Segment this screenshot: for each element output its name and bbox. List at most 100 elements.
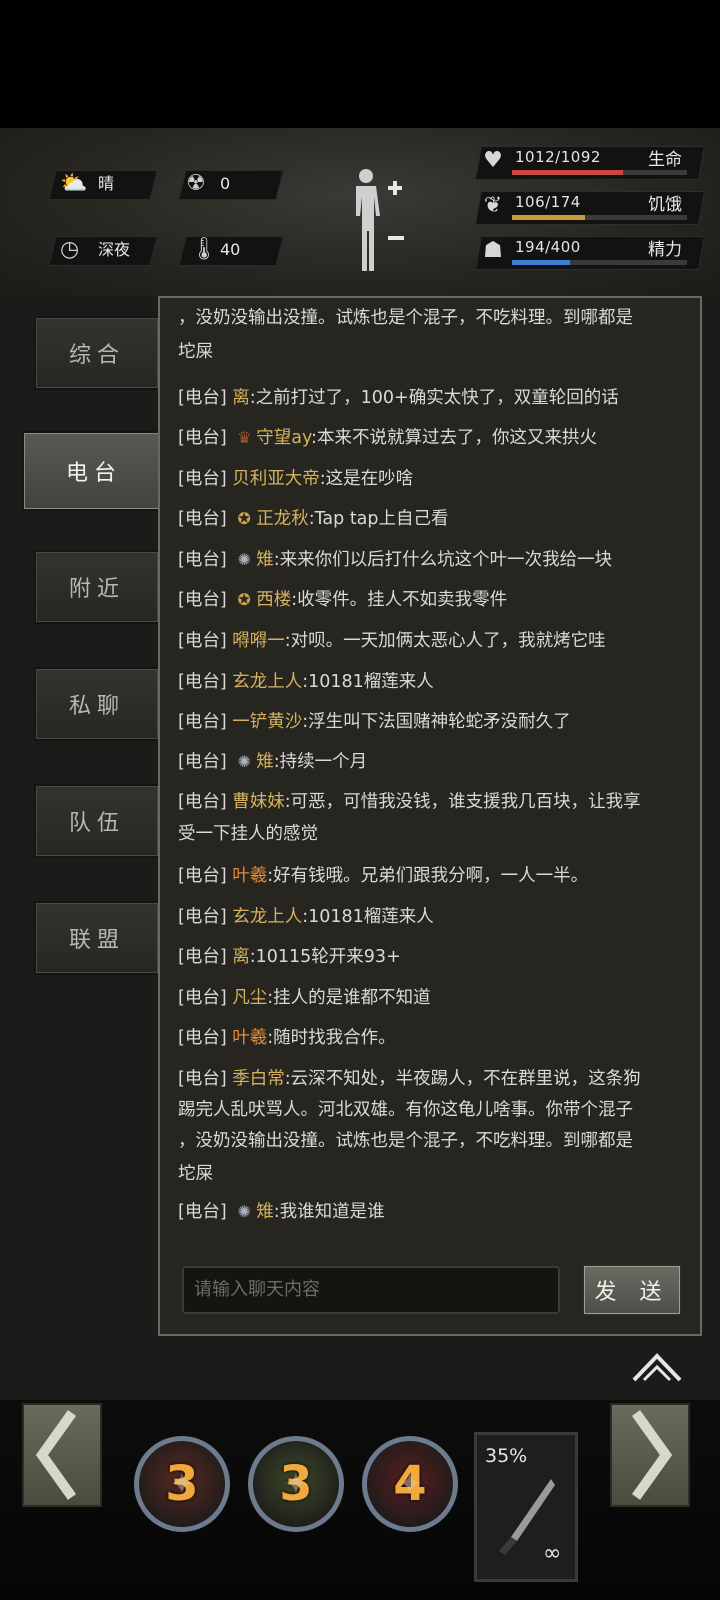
chat-message: ，没奶没输出没撞。试炼也是个混子，不吃料理。到哪都是 bbox=[178, 1127, 688, 1155]
message-text: 踢完人乱吠骂人。河北双雄。有你这龟儿啥事。你带个混子 bbox=[178, 1100, 633, 1120]
channel-tag: [电台] bbox=[178, 469, 227, 489]
chat-message: 踢完人乱吠骂人。河北双雄。有你这龟儿啥事。你带个混子 bbox=[178, 1096, 688, 1124]
rank-badge-icon: ✺ bbox=[237, 550, 251, 569]
sender-name[interactable]: 正龙秋 bbox=[256, 509, 309, 529]
message-text: :我谁知道是谁 bbox=[273, 1202, 385, 1222]
brain-icon: ☗ bbox=[483, 238, 503, 263]
vital-bar bbox=[512, 260, 687, 265]
radiation-icon: ☢ bbox=[186, 171, 206, 196]
prev-page-button[interactable] bbox=[22, 1403, 102, 1507]
radiation-value: 0 bbox=[220, 174, 231, 193]
message-text: :来来你们以后打什么坑这个叶一次我给一块 bbox=[273, 550, 613, 570]
collapse-up-icon[interactable] bbox=[630, 1350, 684, 1384]
message-text: :随时找我合作。 bbox=[267, 1028, 396, 1048]
message-text: 受一下挂人的感觉 bbox=[178, 824, 318, 844]
message-text: :持续一个月 bbox=[273, 752, 368, 772]
channel-tag: [电台] bbox=[178, 1028, 227, 1048]
sender-name[interactable]: 叶羲 bbox=[232, 1028, 267, 1048]
chat-input[interactable]: 请输入聊天内容 bbox=[182, 1266, 560, 1314]
weapon-uses: ∞ bbox=[543, 1541, 562, 1566]
weather-text: 晴 bbox=[98, 174, 115, 193]
chat-log[interactable]: ，没奶没输出没撞。试炼也是个混子，不吃料理。到哪都是 坨屎 [电台] 离:之前打过了… bbox=[178, 300, 693, 1232]
channel-tag: [电台] bbox=[178, 712, 227, 732]
tab-4[interactable]: 队伍 bbox=[34, 784, 160, 858]
chat-message: [电台] 玄龙上人:10181榴莲来人 bbox=[178, 668, 688, 696]
sender-name[interactable]: 雉 bbox=[256, 752, 274, 772]
send-button[interactable]: 发 送 bbox=[582, 1264, 682, 1316]
next-page-button[interactable] bbox=[610, 1403, 690, 1507]
channel-tag: [电台] bbox=[178, 866, 227, 886]
chat-message: 坨屎 bbox=[178, 1160, 688, 1188]
tab-1[interactable]: 电台 bbox=[22, 431, 166, 511]
skill-button[interactable]: ✦ 3 bbox=[134, 1436, 230, 1532]
chat-message: [电台] 曹妹妹:可恶，可惜我没钱，谁支援我几百块，让我享 bbox=[178, 788, 688, 816]
chevron-right-icon bbox=[631, 1410, 673, 1500]
message-text: :Tap tap上自己看 bbox=[308, 509, 449, 529]
sender-name[interactable]: 曹妹妹 bbox=[232, 792, 285, 812]
skill-button[interactable]: ✦ 4 bbox=[362, 1436, 458, 1532]
message-text: :之前打过了，100+确实太快了，双童轮回的话 bbox=[249, 388, 619, 408]
sender-name[interactable]: 守望ay bbox=[256, 428, 311, 448]
tab-2[interactable]: 附近 bbox=[34, 550, 160, 624]
chat-message: [电台] ✪ 正龙秋:Tap tap上自己看 bbox=[178, 505, 688, 533]
sender-name[interactable]: 凡尘 bbox=[232, 988, 267, 1008]
body-status-icon[interactable] bbox=[348, 166, 408, 276]
sender-name[interactable]: 贝利亚大帝 bbox=[232, 469, 320, 489]
tab-3[interactable]: 私聊 bbox=[34, 667, 160, 741]
channel-tag: [电台] bbox=[178, 907, 227, 927]
sender-name[interactable]: 季白常 bbox=[232, 1069, 285, 1089]
rank-badge-icon: ✪ bbox=[237, 590, 251, 609]
skill-button[interactable]: ✦ 3 bbox=[248, 1436, 344, 1532]
sender-name[interactable]: 离 bbox=[232, 388, 250, 408]
sender-name[interactable]: 玄龙上人 bbox=[232, 672, 302, 692]
rank-badge-icon: ✪ bbox=[237, 509, 251, 528]
sender-name[interactable]: 西楼 bbox=[256, 590, 291, 610]
channel-tag: [电台] bbox=[178, 388, 227, 408]
channel-tag: [电台] bbox=[178, 672, 227, 692]
vital-value: 1012/1092 bbox=[515, 148, 601, 166]
vital-bar-fill bbox=[512, 170, 624, 175]
vital-value: 194/400 bbox=[515, 238, 581, 256]
chat-message: [电台] 离:之前打过了，100+确实太快了，双童轮回的话 bbox=[178, 384, 688, 412]
temperature-value: 40 bbox=[220, 240, 241, 259]
sender-name[interactable]: 雉 bbox=[256, 550, 274, 570]
sender-name[interactable]: 玄龙上人 bbox=[232, 907, 302, 927]
rank-badge-icon: ✺ bbox=[237, 752, 251, 771]
channel-tag: [电台] bbox=[178, 1069, 227, 1089]
chat-message: [电台] 凡尘:挂人的是谁都不知道 bbox=[178, 984, 688, 1012]
message-text: :这是在吵啥 bbox=[319, 469, 414, 489]
sender-name[interactable]: 叶羲 bbox=[232, 866, 267, 886]
channel-tag: [电台] bbox=[178, 988, 227, 1008]
tab-5[interactable]: 联盟 bbox=[34, 901, 160, 975]
chat-message: [电台] 贝利亚大帝:这是在吵啥 bbox=[178, 465, 688, 493]
channel-tag: [电台] bbox=[178, 550, 227, 570]
message-text: ，没奶没输出没撞。试炼也是个混子，不吃料理。到哪都是 bbox=[178, 308, 633, 328]
sender-name[interactable]: 雉 bbox=[256, 1202, 274, 1222]
message-text: 坨屎 bbox=[178, 342, 213, 362]
channel-tag: [电台] bbox=[178, 509, 227, 529]
tab-0[interactable]: 综合 bbox=[34, 316, 160, 390]
vital-label: 生命 bbox=[648, 150, 682, 170]
chat-message: [电台] 叶羲:好有钱哦。兄弟们跟我分啊，一人一半。 bbox=[178, 862, 688, 890]
vital-bar bbox=[512, 215, 687, 220]
message-text: :10181榴莲来人 bbox=[302, 672, 434, 692]
vital-row: ❦ 106/174 饥饿 bbox=[470, 187, 710, 227]
chat-message: [电台] 叶羲:随时找我合作。 bbox=[178, 1024, 688, 1052]
sender-name[interactable]: 嘚嘚一 bbox=[232, 631, 285, 651]
message-text: :浮生叫下法国赌神轮蛇矛没耐久了 bbox=[302, 712, 571, 732]
cloud-sun-icon: ⛅ bbox=[60, 171, 88, 196]
message-text: :本来不说就算过去了，你这又来拱火 bbox=[311, 428, 597, 448]
sender-name[interactable]: 一铲黄沙 bbox=[232, 712, 302, 732]
sender-name[interactable]: 离 bbox=[232, 947, 250, 967]
weapon-slot[interactable]: 35% ∞ bbox=[474, 1432, 578, 1582]
vital-row: ☗ 194/400 精力 bbox=[470, 232, 710, 272]
channel-tag: [电台] bbox=[178, 590, 227, 610]
chat-message: [电台] ✺ 雉:来来你们以后打什么坑这个叶一次我给一块 bbox=[178, 546, 688, 574]
channel-tag: [电台] bbox=[178, 792, 227, 812]
message-text: :收零件。挂人不如卖我零件 bbox=[291, 590, 508, 610]
stomach-icon: ❦ bbox=[483, 193, 503, 218]
chat-message: [电台] 离:10115轮开来93+ bbox=[178, 943, 688, 971]
vital-row: ♥ 1012/1092 生命 bbox=[470, 142, 710, 182]
vital-value: 106/174 bbox=[515, 193, 581, 211]
message-text: ，没奶没输出没撞。试炼也是个混子，不吃料理。到哪都是 bbox=[178, 1131, 633, 1151]
